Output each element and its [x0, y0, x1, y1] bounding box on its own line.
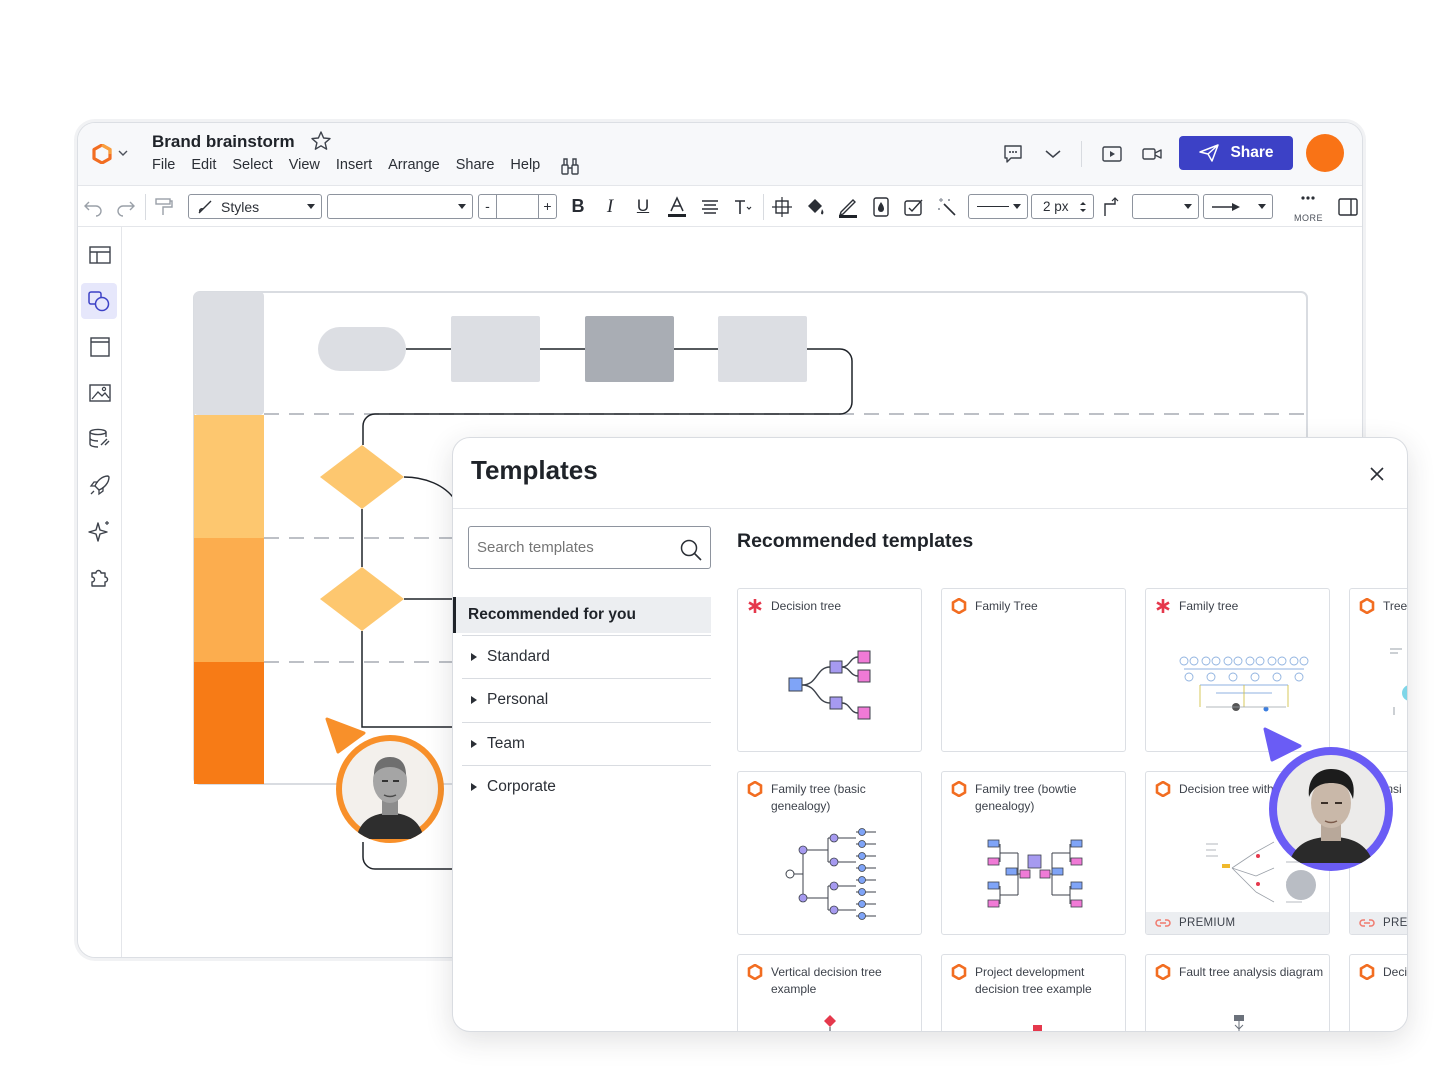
lucid-logo-icon: [951, 598, 967, 614]
process-shape[interactable]: [451, 316, 540, 382]
fault-tree-thumbnail: [1234, 1015, 1244, 1031]
template-card[interactable]: Decision tree: [737, 588, 922, 752]
caret-right-icon: [471, 740, 477, 748]
premium-link-icon: [1359, 919, 1375, 927]
category-label: Standard: [487, 648, 550, 665]
basic-genealogy-thumbnail: [785, 828, 876, 920]
lane-header-2[interactable]: [194, 415, 264, 538]
template-card[interactable]: Family tree (bowtie genealogy): [941, 771, 1126, 935]
collaborator-avatar: [336, 735, 444, 843]
search-templates-input[interactable]: [468, 526, 711, 569]
section-title: Recommended templates: [737, 530, 974, 552]
category-standard[interactable]: Standard: [462, 635, 711, 678]
decision-shape[interactable]: [320, 445, 404, 509]
category-personal[interactable]: Personal: [462, 678, 711, 721]
lane-header-1[interactable]: [194, 292, 264, 415]
modal-divider: [453, 508, 1407, 509]
lucid-logo-icon: [1359, 964, 1375, 980]
lane-header-3[interactable]: [194, 538, 264, 662]
terminator-shape[interactable]: [318, 327, 406, 371]
premium-badge: PREM: [1350, 912, 1408, 934]
search-icon[interactable]: [679, 538, 703, 562]
template-card[interactable]: Vertical decision tree example: [737, 954, 922, 1031]
lane-header-4[interactable]: [194, 662, 264, 784]
category-label: Corporate: [487, 778, 556, 795]
caret-right-icon: [471, 696, 477, 704]
template-card[interactable]: Family tree (basic genealogy): [737, 771, 922, 935]
tree-thumbnail: [1390, 648, 1407, 715]
template-card[interactable]: Family Tree: [941, 588, 1126, 752]
process-shape[interactable]: [718, 316, 807, 382]
premium-label: PREM: [1383, 917, 1408, 929]
close-icon[interactable]: [1367, 464, 1387, 484]
premium-badge: PREMIUM: [1146, 912, 1329, 934]
caret-right-icon: [471, 783, 477, 791]
premium-label: PREMIUM: [1179, 917, 1236, 929]
template-title: Deci form: [1383, 965, 1408, 979]
template-card[interactable]: Fault tree analysis diagram: [1145, 954, 1330, 1031]
bowtie-genealogy-thumbnail: [987, 839, 1083, 908]
template-title: Family Tree: [975, 599, 1038, 613]
template-card[interactable]: Tree: [1349, 588, 1407, 752]
ai-badge: [1286, 870, 1316, 900]
decision-tree-thumbnail: [788, 650, 871, 720]
project-tree-thumbnail: [1033, 1025, 1042, 1031]
person-photo: [1277, 755, 1385, 863]
process-shape[interactable]: [585, 316, 674, 382]
caret-right-icon: [471, 653, 477, 661]
category-team[interactable]: Team: [462, 722, 711, 765]
active-indicator: [453, 597, 456, 633]
premium-link-icon: [1155, 919, 1171, 927]
template-card[interactable]: Project development decision tree exampl…: [941, 954, 1126, 1031]
template-card[interactable]: Deci form: [1349, 954, 1408, 1031]
category-label: Personal: [487, 691, 549, 708]
vertical-tree-thumbnail: [824, 1015, 836, 1031]
category-label: Team: [487, 735, 525, 752]
category-corporate[interactable]: Corporate: [462, 765, 711, 808]
decision-shape[interactable]: [320, 567, 404, 631]
category-recommended-label[interactable]: Recommended for you: [468, 606, 636, 624]
person-photo: [342, 741, 438, 839]
collaborator-avatar: [1269, 747, 1393, 871]
modal-title: Templates: [471, 455, 598, 485]
